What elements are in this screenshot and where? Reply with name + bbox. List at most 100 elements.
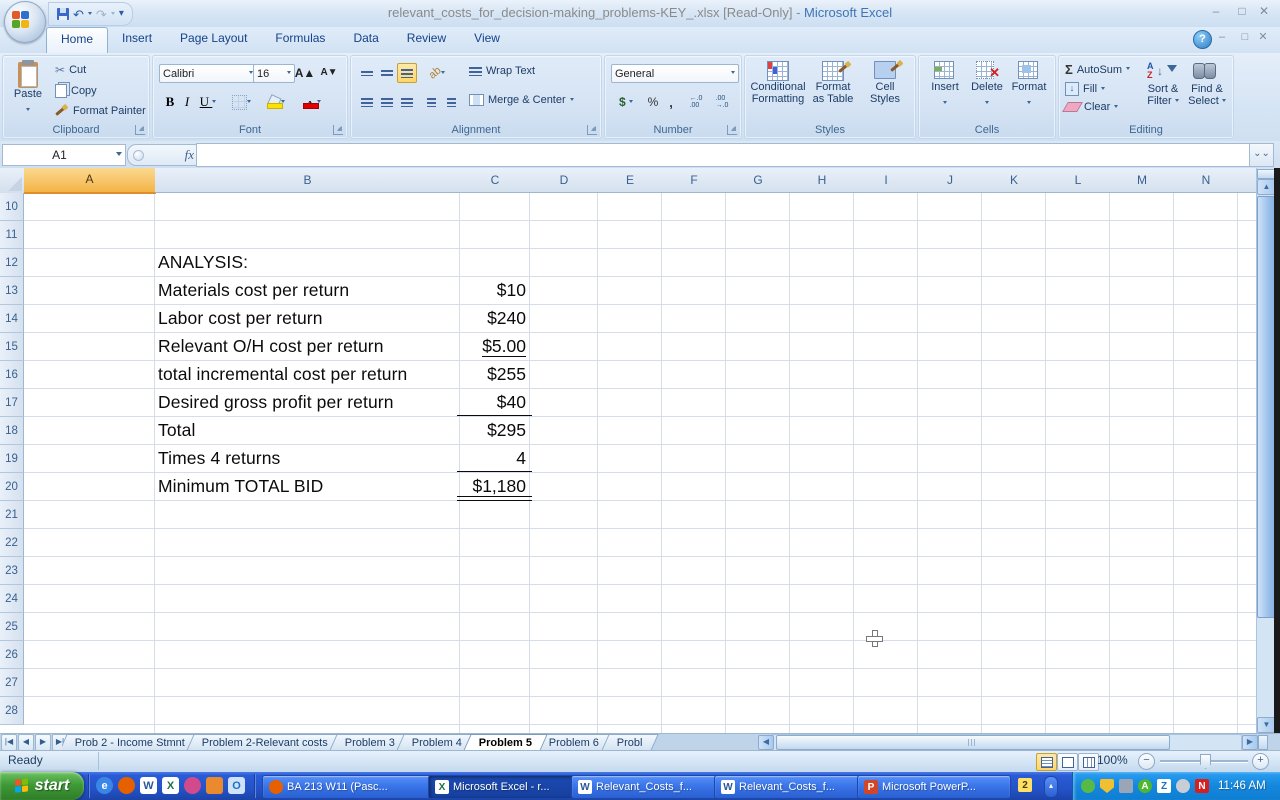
- cell-row-15[interactable]: Relevant O/H cost per return$5.00: [0, 333, 1256, 361]
- bold-button[interactable]: B: [161, 92, 179, 112]
- tray-z-app[interactable]: Z: [1157, 779, 1171, 793]
- sheet-tab-problem-2-relevant-costs[interactable]: Problem 2-Relevant costs: [186, 734, 344, 750]
- sheet-tab-prob-2-income-stmnt[interactable]: Prob 2 - Income Stmnt: [62, 734, 201, 750]
- task-icon-icon[interactable]: [269, 780, 283, 794]
- font-dialog-launcher[interactable]: [333, 125, 343, 135]
- tray-messenger[interactable]: [1081, 779, 1095, 793]
- ribbon-tab-view[interactable]: View: [460, 27, 514, 53]
- row-header-26[interactable]: 26: [0, 641, 24, 669]
- row-header-27[interactable]: 27: [0, 669, 24, 697]
- clear-button[interactable]: Clear: [1065, 101, 1118, 113]
- ribbon-tab-insert[interactable]: Insert: [108, 27, 166, 53]
- column-header-A[interactable]: A: [24, 168, 156, 194]
- cell-row-17[interactable]: Desired gross profit per return$40: [0, 389, 1256, 417]
- cell-C18[interactable]: $295: [206, 420, 526, 441]
- task-button-4[interactable]: WRelevant_Costs_f...: [714, 775, 868, 799]
- insert-cells-button[interactable]: Insert: [925, 61, 965, 111]
- task-button-1[interactable]: BA 213 W11 (Pasc...: [262, 775, 439, 799]
- column-header-M[interactable]: M: [1110, 168, 1175, 193]
- ribbon-tab-home[interactable]: Home: [46, 27, 108, 54]
- paste-dropdown-icon[interactable]: [26, 108, 30, 113]
- format-cells-button[interactable]: Format: [1009, 61, 1049, 111]
- decrease-decimal-button[interactable]: .00→.0: [709, 92, 735, 112]
- middle-align-button[interactable]: [377, 63, 397, 83]
- find-select-button[interactable]: Find & Select: [1185, 61, 1229, 107]
- page-layout-view-button[interactable]: [1057, 753, 1078, 771]
- scroll-left-button[interactable]: ◀: [758, 735, 774, 750]
- insert-function-button[interactable]: fx: [127, 144, 203, 166]
- cut-button[interactable]: ✂ Cut: [55, 63, 86, 77]
- fill-button[interactable]: ↓ Fill: [1065, 82, 1105, 96]
- ribbon-tab-data[interactable]: Data: [339, 27, 392, 53]
- select-all-corner[interactable]: [0, 168, 25, 194]
- column-header-L[interactable]: L: [1046, 168, 1111, 193]
- close-button[interactable]: ✕: [1254, 4, 1274, 20]
- cell-row-12[interactable]: ANALYSIS:: [0, 249, 1256, 277]
- autosum-button[interactable]: Σ AutoSum: [1065, 63, 1130, 76]
- column-header-F[interactable]: F: [662, 168, 727, 193]
- orientation-button[interactable]: ab: [421, 63, 453, 83]
- cell-row-16[interactable]: total incremental cost per return$255: [0, 361, 1256, 389]
- quick-launch-internet-explorer[interactable]: e: [96, 777, 113, 794]
- increase-indent-button[interactable]: [441, 92, 461, 112]
- merge-center-button[interactable]: Merge & Center: [469, 94, 574, 106]
- row-header-25[interactable]: 25: [0, 613, 24, 641]
- page-break-view-button[interactable]: [1078, 753, 1099, 771]
- task-icon-icon[interactable]: P: [864, 780, 878, 794]
- task-icon-icon[interactable]: X: [435, 780, 449, 794]
- minimize-button[interactable]: –: [1206, 4, 1226, 20]
- align-left-button[interactable]: [357, 92, 377, 112]
- alignment-dialog-launcher[interactable]: [587, 125, 597, 135]
- align-center-button[interactable]: [377, 92, 397, 112]
- tray-n-app[interactable]: N: [1195, 779, 1209, 793]
- column-header-J[interactable]: J: [918, 168, 983, 193]
- normal-view-button[interactable]: [1036, 753, 1057, 771]
- cell-row-14[interactable]: Labor cost per return$240: [0, 305, 1256, 333]
- clipboard-dialog-launcher[interactable]: [135, 125, 145, 135]
- row-header-22[interactable]: 22: [0, 529, 24, 557]
- row-header-23[interactable]: 23: [0, 557, 24, 585]
- restore-button[interactable]: □: [1232, 4, 1252, 20]
- tray-utility-key[interactable]: [1119, 779, 1133, 793]
- number-format-select[interactable]: General: [611, 64, 739, 83]
- cell-row-18[interactable]: Total$295: [0, 417, 1256, 445]
- quick-launch-excel[interactable]: X: [162, 777, 179, 794]
- row-header-28[interactable]: 28: [0, 697, 24, 725]
- cell-C17[interactable]: $40: [206, 392, 526, 413]
- redo-icon[interactable]: ↷: [96, 8, 107, 21]
- number-dialog-launcher[interactable]: [727, 125, 737, 135]
- prev-sheet-button[interactable]: ◀: [18, 734, 34, 751]
- quick-launch-outlook[interactable]: O: [228, 777, 245, 794]
- spreadsheet-grid[interactable]: ABCDEFGHIJKLMN10111213141516171819202122…: [0, 168, 1280, 733]
- column-header-G[interactable]: G: [726, 168, 791, 193]
- help-icon[interactable]: ?: [1193, 30, 1212, 49]
- undo-dropdown-icon[interactable]: [88, 12, 92, 17]
- cell-row-13[interactable]: Materials cost per return$10: [0, 277, 1256, 305]
- taskbar-journal-2[interactable]: 2: [1018, 778, 1032, 792]
- next-sheet-button[interactable]: ▶: [35, 734, 51, 751]
- italic-button[interactable]: I: [179, 92, 195, 112]
- ribbon-tab-page-layout[interactable]: Page Layout: [166, 27, 261, 53]
- workbook-close-button[interactable]: ✕: [1254, 31, 1272, 45]
- cell-C14[interactable]: $240: [206, 308, 526, 329]
- sort-filter-button[interactable]: A Z ↓ Sort & Filter: [1141, 61, 1185, 107]
- task-icon-icon[interactable]: W: [721, 780, 735, 794]
- column-header-E[interactable]: E: [598, 168, 663, 193]
- row-header-21[interactable]: 21: [0, 501, 24, 529]
- column-header-D[interactable]: D: [530, 168, 599, 193]
- task-button-3[interactable]: WRelevant_Costs_f...: [571, 775, 725, 799]
- copy-button[interactable]: Copy: [55, 84, 97, 98]
- horizontal-split-handle[interactable]: [1258, 735, 1268, 750]
- name-box-dropdown-icon[interactable]: [116, 152, 122, 159]
- row-header-24[interactable]: 24: [0, 585, 24, 613]
- cell-C16[interactable]: $255: [206, 364, 526, 385]
- shrink-font-button[interactable]: A▼: [317, 63, 341, 82]
- align-right-button[interactable]: [397, 92, 417, 112]
- underline-button[interactable]: U: [195, 92, 221, 112]
- cell-C19[interactable]: 4: [206, 448, 526, 469]
- row-header-11[interactable]: 11: [0, 221, 24, 249]
- quick-launch-word[interactable]: W: [140, 777, 157, 794]
- column-header-I[interactable]: I: [854, 168, 919, 193]
- cell-row-19[interactable]: Times 4 returns4: [0, 445, 1256, 473]
- column-header-C[interactable]: C: [460, 168, 531, 193]
